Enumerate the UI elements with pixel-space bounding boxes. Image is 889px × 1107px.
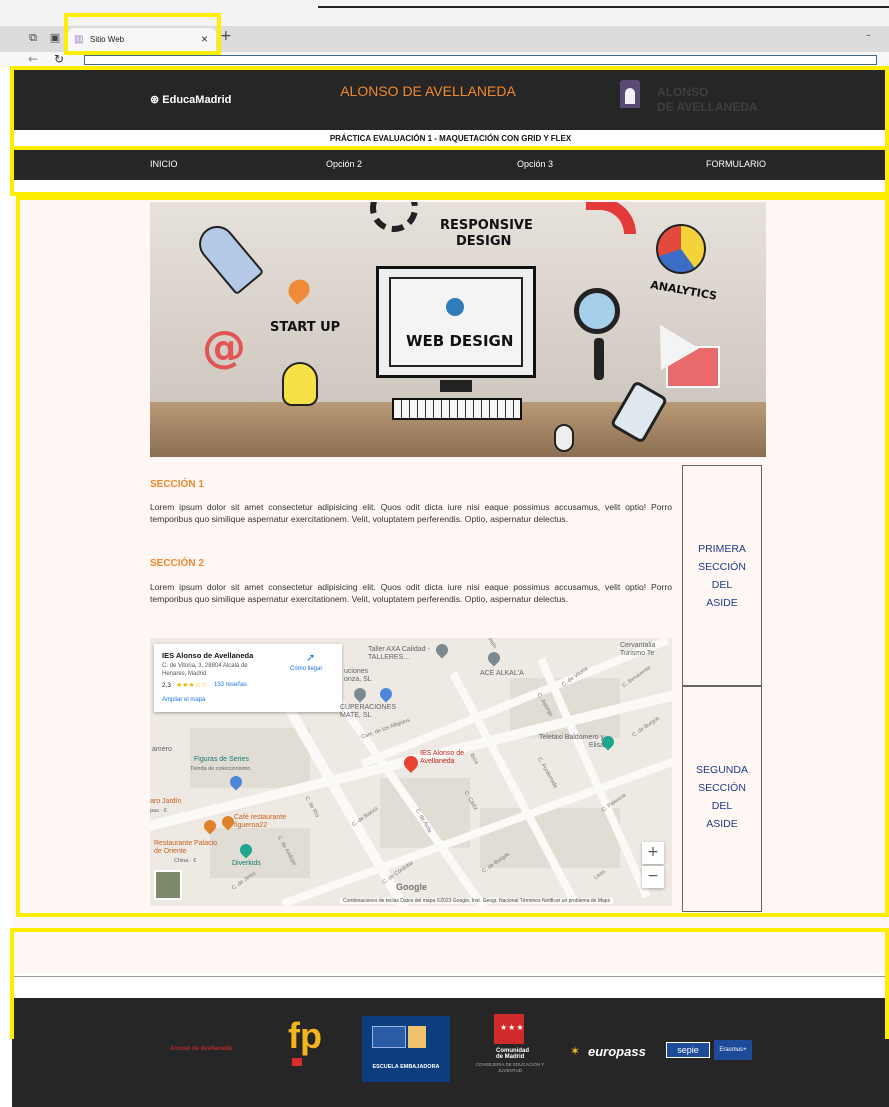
highlight-tab: [64, 13, 221, 55]
fp-badge-icon: [292, 1058, 302, 1066]
comunidad-line3: CONSEJERÍA DE EDUCACIÓN Y JUVENTUD: [475, 1062, 545, 1073]
europass-stars-icon: ✶: [570, 1044, 581, 1058]
comunidad-line2: de Madrid: [496, 1054, 525, 1060]
footer-logo-alonso[interactable]: Alonso de Avellaneda: [170, 1046, 232, 1052]
back-icon[interactable]: ←: [28, 52, 38, 66]
escuela-text: ESCUELA EMBAJADORA: [372, 1064, 440, 1070]
tab-actions-icon[interactable]: ▣: [48, 31, 62, 45]
footer-logo-sepie[interactable]: sepie: [666, 1042, 710, 1058]
highlight-footer: [10, 928, 889, 1039]
minimize-button[interactable]: –: [866, 30, 871, 41]
highlight-nav: [10, 146, 889, 196]
address-input[interactable]: [84, 55, 877, 65]
footer-logo-erasmus[interactable]: Erasmus+: [714, 1040, 752, 1060]
new-tab-button[interactable]: +: [220, 28, 232, 44]
refresh-icon[interactable]: ↻: [54, 52, 64, 66]
workspaces-icon[interactable]: ⧉: [26, 31, 40, 45]
window-top-line: [318, 6, 889, 8]
footer-logo-europass[interactable]: europass: [588, 1044, 646, 1059]
highlight-main: [16, 196, 889, 917]
